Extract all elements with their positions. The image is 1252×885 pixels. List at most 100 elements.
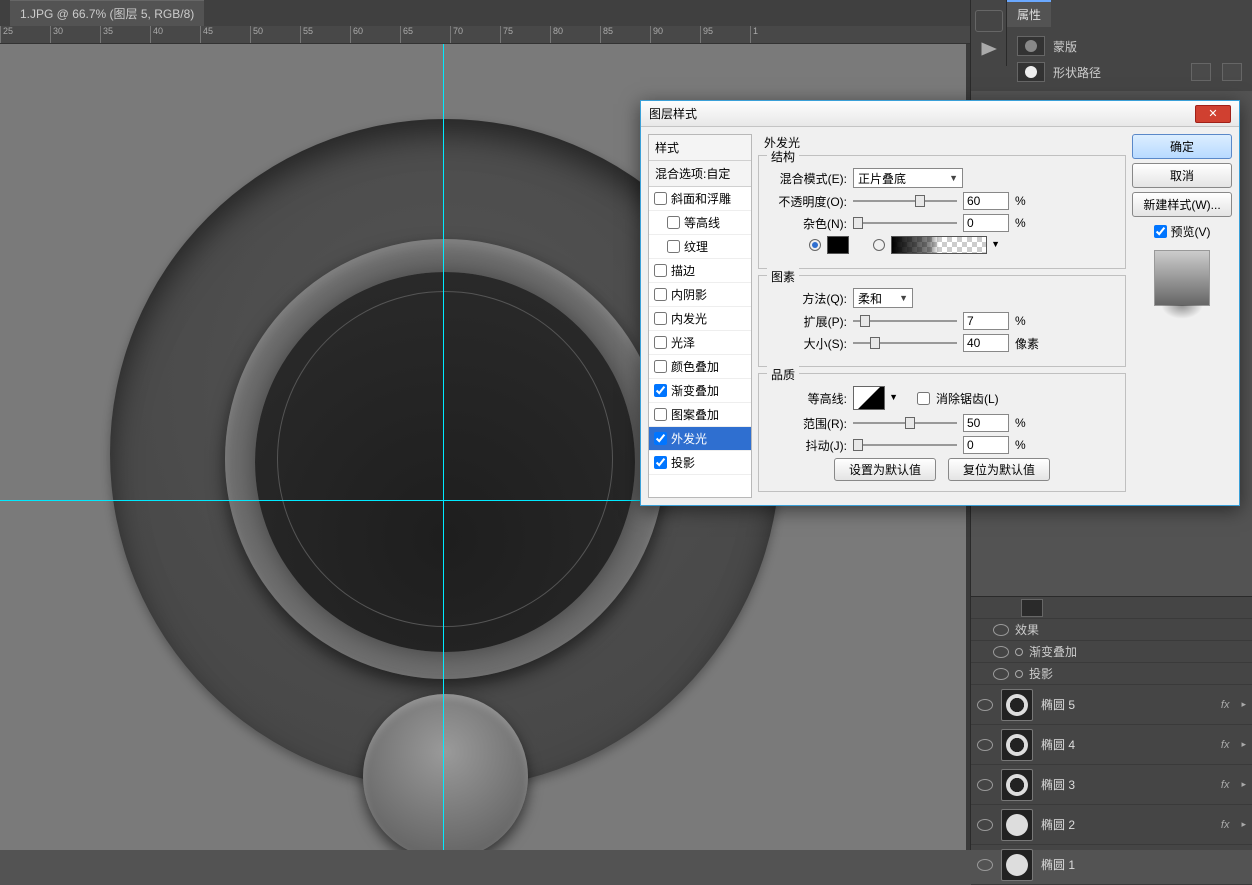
jitter-slider[interactable] — [853, 438, 957, 452]
contour-picker[interactable] — [853, 386, 885, 410]
path-mask-button[interactable] — [1222, 63, 1242, 81]
range-slider[interactable] — [853, 416, 957, 430]
style-label: 渐变叠加 — [671, 382, 719, 399]
opacity-slider[interactable] — [853, 194, 957, 208]
style-list-header[interactable]: 样式 — [649, 135, 751, 161]
visibility-toggle[interactable] — [993, 624, 1009, 636]
blend-mode-select[interactable]: 正片叠底 — [853, 168, 963, 188]
layout-icon[interactable] — [975, 10, 1003, 32]
visibility-toggle[interactable] — [977, 819, 993, 831]
style-list-item[interactable]: 等高线 — [649, 211, 751, 235]
style-list-item[interactable]: 投影 — [649, 451, 751, 475]
style-checkbox[interactable] — [667, 240, 680, 253]
chevron-right-icon[interactable]: ▸ — [1241, 699, 1246, 710]
layer-thumbnail[interactable] — [1001, 729, 1033, 761]
dialog-titlebar[interactable]: 图层样式 ✕ — [641, 101, 1239, 127]
jitter-input[interactable] — [963, 436, 1009, 454]
visibility-toggle[interactable] — [977, 779, 993, 791]
style-list-item[interactable]: 内阴影 — [649, 283, 751, 307]
fx-badge[interactable]: fx — [1221, 699, 1230, 711]
visibility-toggle[interactable] — [977, 739, 993, 751]
visibility-toggle[interactable] — [993, 668, 1009, 680]
ok-button[interactable]: 确定 — [1132, 134, 1232, 159]
layer-thumbnail[interactable] — [1001, 849, 1033, 881]
layer-row[interactable]: 椭圆 5 fx ▸ — [971, 685, 1252, 725]
style-list-item[interactable]: 图案叠加 — [649, 403, 751, 427]
style-list-item[interactable]: 斜面和浮雕 — [649, 187, 751, 211]
method-select[interactable]: 柔和 — [853, 288, 913, 308]
layer-row[interactable]: 椭圆 3 fx ▸ — [971, 765, 1252, 805]
fx-badge[interactable]: fx — [1221, 819, 1230, 831]
style-checkbox[interactable] — [654, 192, 667, 205]
chevron-right-icon[interactable]: ▸ — [1241, 819, 1246, 830]
style-list-item[interactable]: 描边 — [649, 259, 751, 283]
style-checkbox[interactable] — [654, 288, 667, 301]
style-checkbox[interactable] — [654, 456, 667, 469]
layer-name[interactable]: 椭圆 3 — [1041, 776, 1075, 793]
spread-input[interactable] — [963, 312, 1009, 330]
style-checkbox[interactable] — [654, 360, 667, 373]
style-checkbox[interactable] — [654, 312, 667, 325]
style-list-item[interactable]: 内发光 — [649, 307, 751, 331]
layer-effect-item[interactable]: 投影 — [971, 663, 1252, 685]
style-list-item[interactable]: 渐变叠加 — [649, 379, 751, 403]
layer-thumbnail[interactable] — [1001, 809, 1033, 841]
style-checkbox[interactable] — [654, 336, 667, 349]
style-list-item[interactable]: 光泽 — [649, 331, 751, 355]
noise-slider[interactable] — [853, 216, 957, 230]
glow-gradient-swatch[interactable] — [891, 236, 987, 254]
size-slider[interactable] — [853, 336, 957, 350]
guide-vertical[interactable] — [443, 44, 444, 850]
layer-effects-header[interactable] — [971, 597, 1252, 619]
visibility-toggle[interactable] — [977, 699, 993, 711]
layer-name[interactable]: 椭圆 5 — [1041, 696, 1075, 713]
cancel-button[interactable]: 取消 — [1132, 163, 1232, 188]
layer-name[interactable]: 椭圆 2 — [1041, 816, 1075, 833]
style-checkbox[interactable] — [654, 264, 667, 277]
style-list-item[interactable]: 颜色叠加 — [649, 355, 751, 379]
fx-badge[interactable]: fx — [1221, 739, 1230, 751]
layer-effects-label[interactable]: 效果 — [971, 619, 1252, 641]
preview-checkbox[interactable] — [1154, 225, 1167, 238]
noise-input[interactable] — [963, 214, 1009, 232]
glow-color-swatch[interactable] — [827, 236, 849, 254]
new-style-button[interactable]: 新建样式(W)... — [1132, 192, 1232, 217]
style-list-item[interactable]: 外发光 — [649, 427, 751, 451]
layer-thumbnail[interactable] — [1001, 769, 1033, 801]
layer-thumbnail[interactable] — [1001, 689, 1033, 721]
chevron-right-icon[interactable]: ▸ — [1241, 779, 1246, 790]
antialias-checkbox[interactable] — [917, 392, 930, 405]
style-checkbox[interactable] — [654, 408, 667, 421]
play-icon[interactable] — [975, 38, 1003, 60]
close-button[interactable]: ✕ — [1195, 105, 1231, 123]
path-select-button[interactable] — [1191, 63, 1211, 81]
range-input[interactable] — [963, 414, 1009, 432]
layer-name[interactable]: 椭圆 1 — [1041, 856, 1075, 873]
layer-effect-item[interactable]: 渐变叠加 — [971, 641, 1252, 663]
blend-options-item[interactable]: 混合选项:自定 — [649, 161, 751, 187]
shape-path-icon[interactable] — [1017, 62, 1045, 82]
fx-badge[interactable]: fx — [1221, 779, 1230, 791]
style-checkbox[interactable] — [654, 384, 667, 397]
properties-tab[interactable]: 属性 — [1007, 0, 1051, 27]
opacity-input[interactable] — [963, 192, 1009, 210]
layer-row[interactable]: 椭圆 1 — [971, 845, 1252, 885]
style-checkbox[interactable] — [667, 216, 680, 229]
size-input[interactable] — [963, 334, 1009, 352]
visibility-toggle[interactable] — [993, 646, 1009, 658]
chevron-right-icon[interactable]: ▸ — [1241, 739, 1246, 750]
style-checkbox[interactable] — [654, 432, 667, 445]
layer-row[interactable]: 椭圆 4 fx ▸ — [971, 725, 1252, 765]
color-radio[interactable] — [809, 239, 821, 251]
document-tab[interactable]: 1.JPG @ 66.7% (图层 5, RGB/8) — [10, 0, 204, 26]
gradient-radio[interactable] — [873, 239, 885, 251]
ruler-horizontal[interactable]: 25 30 35 40 45 50 55 60 65 70 75 80 85 9… — [0, 26, 970, 44]
layer-row[interactable]: 椭圆 2 fx ▸ — [971, 805, 1252, 845]
mask-icon[interactable] — [1017, 36, 1045, 56]
make-default-button[interactable]: 设置为默认值 — [834, 458, 936, 481]
visibility-toggle[interactable] — [977, 859, 993, 871]
layer-name[interactable]: 椭圆 4 — [1041, 736, 1075, 753]
reset-default-button[interactable]: 复位为默认值 — [948, 458, 1050, 481]
style-list-item[interactable]: 纹理 — [649, 235, 751, 259]
spread-slider[interactable] — [853, 314, 957, 328]
